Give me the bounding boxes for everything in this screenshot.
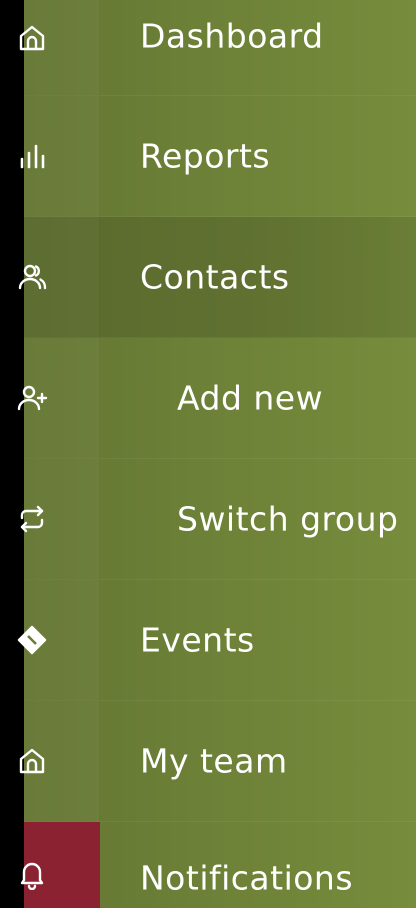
- menu-item-add-new[interactable]: Add new: [17, 338, 416, 459]
- home-icon: [16, 745, 48, 777]
- menu-item-label: Switch group: [177, 499, 399, 539]
- icon-cell: [17, 580, 100, 700]
- icon-cell: [20, 96, 100, 216]
- menu-item-reports[interactable]: Reports: [20, 96, 416, 217]
- icon-cell: [18, 217, 100, 337]
- users-icon: [16, 261, 48, 293]
- icon-cell: [20, 822, 100, 908]
- user-plus-icon: [16, 382, 48, 414]
- bar-chart-icon: [16, 140, 48, 172]
- icon-cell: [19, 0, 100, 95]
- sidebar-menu: Dashboard Reports Contacts Add new Switc…: [17, 0, 416, 908]
- menu-item-notifications[interactable]: Notifications: [20, 822, 416, 908]
- repeat-icon: [16, 503, 48, 535]
- menu-item-label: Notifications: [140, 858, 354, 898]
- icon-cell: [19, 701, 100, 821]
- menu-item-contacts[interactable]: Contacts: [18, 217, 416, 338]
- menu-item-label: Events: [140, 620, 255, 660]
- menu-item-dashboard[interactable]: Dashboard: [19, 0, 416, 96]
- app-screen: Dashboard Reports Contacts Add new Switc…: [0, 0, 416, 908]
- menu-item-switch-group[interactable]: Switch group: [20, 459, 416, 580]
- menu-item-label: Dashboard: [140, 16, 324, 56]
- home-icon: [16, 22, 48, 54]
- menu-item-label: Reports: [140, 136, 271, 176]
- bell-icon: [16, 858, 48, 890]
- ticket-icon: [16, 624, 48, 656]
- icon-cell: [17, 338, 100, 458]
- menu-item-label: My team: [140, 741, 288, 781]
- menu-item-label: Contacts: [140, 257, 290, 297]
- menu-item-my-team[interactable]: My team: [19, 701, 416, 822]
- menu-item-label: Add new: [177, 378, 324, 418]
- menu-item-events[interactable]: Events: [17, 580, 416, 701]
- icon-cell: [20, 459, 100, 579]
